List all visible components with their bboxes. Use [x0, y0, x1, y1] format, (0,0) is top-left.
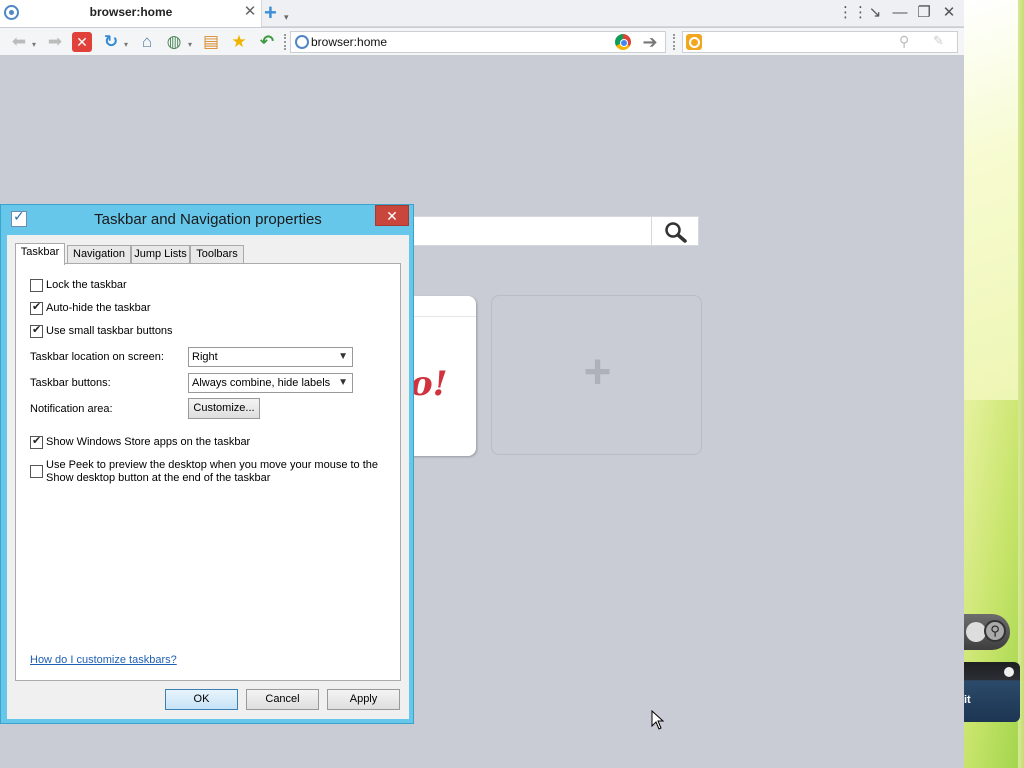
yahoo-logo: o!: [410, 364, 448, 404]
detach-icon[interactable]: ↘: [864, 3, 886, 23]
tab-taskbar[interactable]: Taskbar: [15, 243, 65, 265]
rss-icon[interactable]: ◍: [163, 31, 185, 53]
back-icon[interactable]: ⬅: [8, 31, 30, 53]
chevron-down-icon: ▼: [338, 351, 348, 362]
search-gadget-icon[interactable]: ⚲: [984, 620, 1006, 642]
restore-icon[interactable]: ❐: [913, 3, 935, 23]
browser-tab-home[interactable]: browser:home ✕: [0, 0, 262, 27]
ok-button[interactable]: OK: [165, 689, 238, 710]
location-value: Right: [192, 351, 218, 363]
gadget-panel-text: it: [964, 694, 971, 706]
web-search-bar[interactable]: ⚲ ✎: [682, 31, 958, 53]
toolbar-separator: [284, 34, 287, 50]
taskbar-buttons-select[interactable]: Always combine, hide labels ▼: [188, 373, 353, 393]
desktop-edge: [1018, 0, 1024, 768]
taskbar-buttons-value: Always combine, hide labels: [192, 377, 331, 389]
rss-dropdown-icon[interactable]: ▾: [188, 40, 192, 49]
stop-icon[interactable]: ✕: [72, 32, 92, 52]
desktop-wallpaper-top: [964, 0, 1024, 400]
chevron-down-icon: ▼: [338, 377, 348, 388]
store-apps-checkbox[interactable]: [30, 434, 43, 449]
speed-dial-tile-yahoo[interactable]: o!: [404, 296, 476, 456]
address-bar[interactable]: browser:home ➔: [290, 31, 666, 53]
peek-label-line2: Show desktop button at the end of the ta…: [46, 472, 271, 484]
customize-button[interactable]: Customize...: [188, 398, 260, 419]
go-arrow-icon[interactable]: ➔: [639, 32, 661, 52]
address-input[interactable]: browser:home: [311, 35, 387, 49]
cancel-button[interactable]: Cancel: [246, 689, 319, 710]
browser-tabbar: browser:home ✕ + ▾ ⋮⋮ ↘ — ❐ ✕: [0, 0, 964, 27]
favorite-star-icon[interactable]: ★: [228, 31, 250, 53]
lock-taskbar-label: Lock the taskbar: [46, 279, 127, 291]
chrome-engine-icon[interactable]: [615, 34, 631, 50]
tile-divider: [404, 316, 476, 317]
tab-toolbars[interactable]: Toolbars: [190, 245, 244, 264]
tab-navigation[interactable]: Navigation: [67, 245, 131, 264]
page-info-icon: [295, 35, 309, 49]
back-dropdown-icon[interactable]: ▾: [32, 40, 36, 49]
add-tile-plus-icon: +: [583, 346, 612, 399]
lock-taskbar-checkbox[interactable]: [30, 279, 43, 292]
speed-dial-add-tile[interactable]: +: [491, 295, 702, 455]
search-engine-icon[interactable]: [686, 34, 702, 50]
window-close-icon[interactable]: ✕: [938, 3, 960, 23]
small-buttons-label: Use small taskbar buttons: [46, 325, 173, 337]
dialog-title: Taskbar and Navigation properties: [94, 211, 322, 228]
forward-icon[interactable]: ➡: [44, 31, 66, 53]
desktop-gadget-panel[interactable]: it: [964, 662, 1020, 722]
search-edit-icon[interactable]: ✎: [933, 33, 944, 49]
peek-label-line1: Use Peek to preview the desktop when you…: [46, 459, 379, 471]
small-buttons-checkbox[interactable]: [30, 323, 43, 338]
tab-jump-lists[interactable]: Jump Lists: [131, 245, 190, 264]
bookmarks-icon[interactable]: ▤: [200, 31, 222, 53]
speed-dial-search-input[interactable]: [404, 216, 652, 246]
minimize-icon[interactable]: —: [889, 3, 911, 23]
dialog-body: Taskbar Navigation Jump Lists Toolbars L…: [7, 235, 409, 719]
speed-dial-search-button[interactable]: [651, 216, 699, 246]
mouse-cursor-icon: [651, 710, 665, 730]
gadget-search-icon[interactable]: [1004, 667, 1014, 677]
location-label: Taskbar location on screen:: [30, 351, 164, 363]
notification-area-label: Notification area:: [30, 403, 113, 415]
autohide-label: Auto-hide the taskbar: [46, 302, 151, 314]
autohide-checkbox[interactable]: [30, 300, 43, 315]
location-select[interactable]: Right ▼: [188, 347, 353, 367]
search-icon[interactable]: ⚲: [899, 33, 909, 50]
navigation-toolbar: ⬅ ▾ ➡ ✕ ↻ ▾ ⌂ ◍ ▾ ▤ ★ ↶ browser:home ➔ ⚲…: [0, 28, 964, 56]
home-icon[interactable]: ⌂: [136, 31, 158, 53]
new-tab-dropdown-icon[interactable]: ▾: [284, 12, 289, 23]
reload-dropdown-icon[interactable]: ▾: [124, 40, 128, 49]
tab-close-icon[interactable]: ✕: [242, 4, 258, 20]
taskbar-properties-dialog: Taskbar and Navigation properties ✕ Task…: [0, 204, 414, 724]
peek-checkbox[interactable]: [30, 465, 43, 478]
tab-title: browser:home: [89, 5, 173, 19]
toolbar-separator-2: [673, 34, 676, 50]
desktop-search-gadget[interactable]: ⚲: [964, 614, 1010, 650]
tile-grid-icon[interactable]: ⋮⋮: [838, 3, 868, 23]
apply-button[interactable]: Apply: [327, 689, 400, 710]
store-apps-label: Show Windows Store apps on the taskbar: [46, 436, 251, 448]
reload-icon[interactable]: ↻: [100, 31, 122, 53]
help-link[interactable]: How do I customize taskbars?: [30, 654, 177, 666]
magnifier-icon: [665, 222, 687, 243]
taskbar-tab-panel: Lock the taskbar Auto-hide the taskbar U…: [15, 263, 401, 681]
taskbar-buttons-label: Taskbar buttons:: [30, 377, 111, 389]
dialog-close-button[interactable]: ✕: [375, 205, 409, 226]
search-gadget-field[interactable]: [966, 622, 986, 642]
undo-icon[interactable]: ↶: [256, 31, 278, 53]
